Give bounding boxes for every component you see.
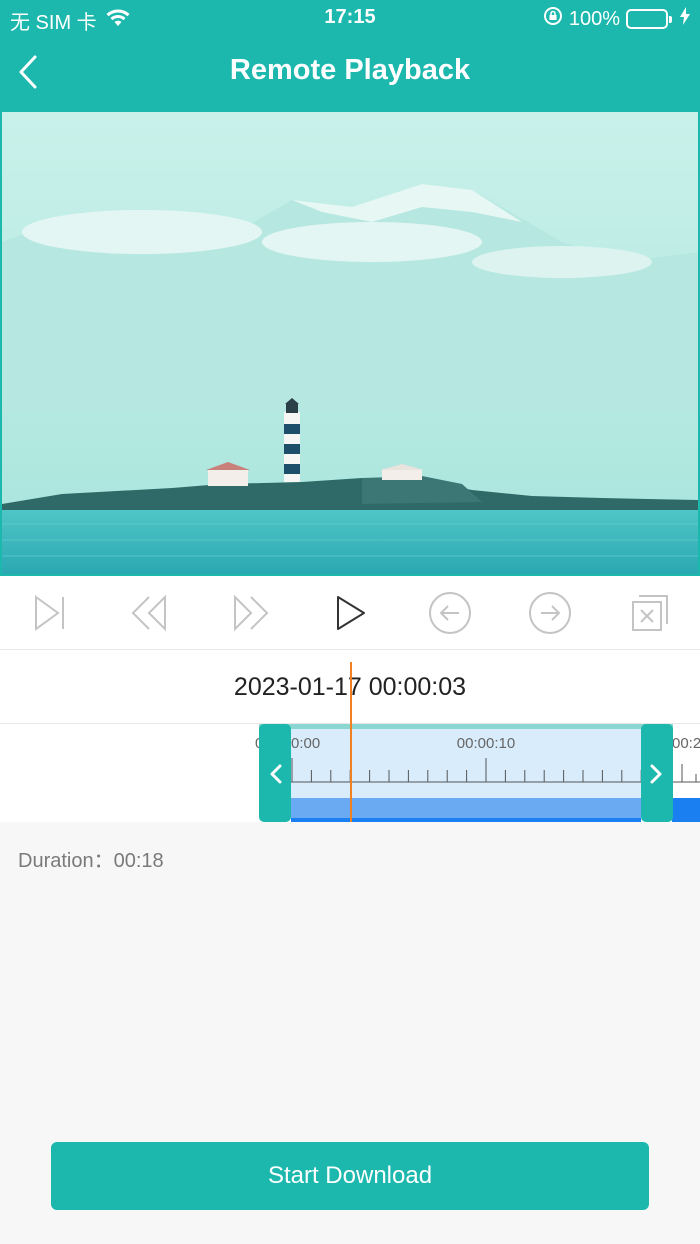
duration-info: Duration：00:18 xyxy=(18,844,164,873)
close-box-icon xyxy=(632,594,668,631)
selection-end-handle[interactable] xyxy=(641,724,673,822)
status-bar: 无 SIM 卡 17:15 100% xyxy=(0,0,700,36)
play-icon xyxy=(337,595,365,630)
video-frame xyxy=(2,112,698,574)
tick-label-start: 0:00 xyxy=(291,735,320,752)
next-arrow-icon xyxy=(529,591,571,634)
duration-label: Duration： xyxy=(18,850,114,872)
start-download-button[interactable]: Start Download xyxy=(51,1142,649,1210)
fast-forward-icon xyxy=(234,594,269,631)
rewind-button[interactable] xyxy=(120,583,180,643)
orientation-lock-icon xyxy=(543,6,563,32)
close-clip-button[interactable] xyxy=(620,583,680,643)
selection-start-handle[interactable] xyxy=(259,724,291,822)
battery-percent: 100% xyxy=(568,7,620,30)
header: 无 SIM 卡 17:15 100% Remote Playback xyxy=(0,0,700,110)
battery-icon xyxy=(626,9,672,29)
recording-segment xyxy=(672,798,700,822)
nav-bar: Remote Playback xyxy=(0,36,700,110)
playhead-line[interactable] xyxy=(350,662,352,822)
tick-label-end: 00:2 xyxy=(672,735,700,752)
selected-recording-segment xyxy=(291,798,641,818)
playback-controls xyxy=(0,576,700,650)
rewind-icon xyxy=(131,594,166,631)
duration-value: 00:18 xyxy=(113,850,164,872)
tick-label-mid: 00:00:10 xyxy=(457,735,515,752)
play-button[interactable] xyxy=(320,583,380,643)
previous-segment-button[interactable] xyxy=(420,583,480,643)
video-player[interactable] xyxy=(0,110,700,576)
skip-to-end-icon xyxy=(35,594,64,631)
next-segment-button[interactable] xyxy=(520,583,580,643)
charging-icon xyxy=(680,7,690,31)
previous-arrow-icon xyxy=(429,591,471,634)
page-title: Remote Playback xyxy=(229,54,471,86)
skip-to-end-button[interactable] xyxy=(20,583,80,643)
fast-forward-button[interactable] xyxy=(220,583,280,643)
